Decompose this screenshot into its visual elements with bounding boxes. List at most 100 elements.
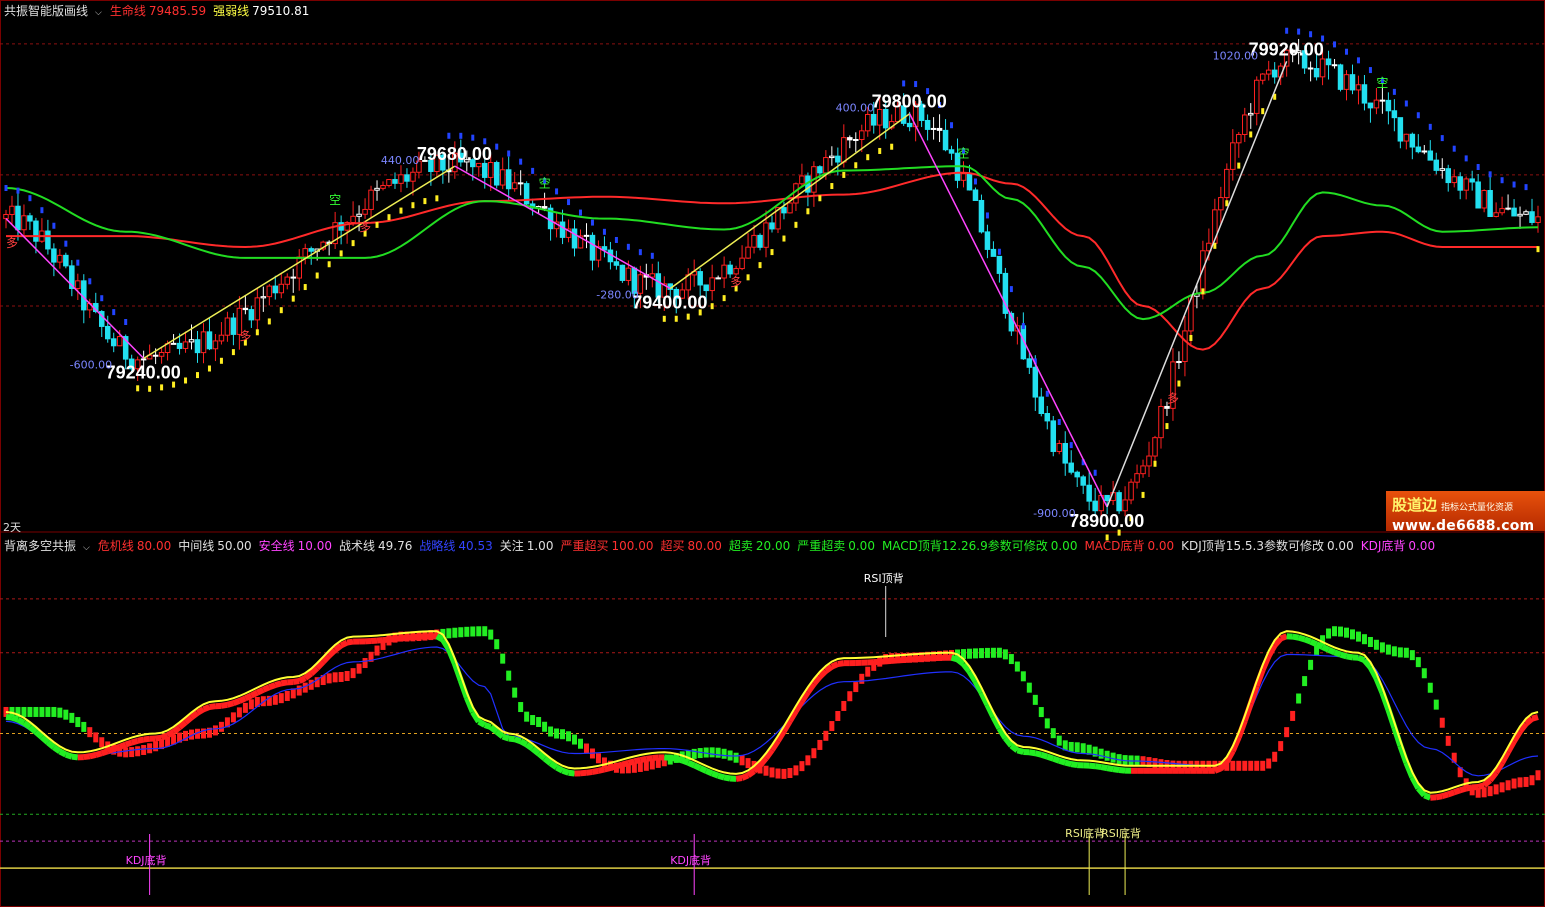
candle-body-118 [709, 277, 715, 292]
osc-thick-159 [955, 656, 966, 667]
candle-body-184 [1104, 494, 1110, 502]
trend-dot-132 [794, 221, 798, 228]
candle-body-9 [57, 254, 63, 263]
top-indicator-title[interactable]: 共振智能版画线 [4, 4, 88, 18]
candle-body-192 [1152, 437, 1158, 457]
osc-block-76 [458, 627, 464, 638]
osc-thick-178 [1070, 761, 1078, 769]
candle-body-7 [45, 230, 51, 250]
osc-block-144 [865, 666, 871, 677]
osc-block-77 [464, 626, 470, 637]
osc-thick-83 [501, 733, 510, 742]
osc-block-241 [1445, 735, 1451, 746]
osc-block-179 [1074, 742, 1080, 753]
osc-block-165 [990, 647, 996, 658]
osc-thick-3 [22, 720, 32, 730]
osc-thick-25 [155, 734, 162, 742]
candle-body-194 [1164, 405, 1170, 409]
osc-thick-30 [183, 715, 194, 725]
osc-thick-37 [226, 700, 235, 708]
candle-body-63 [380, 185, 386, 189]
candle-body-251 [1505, 207, 1511, 210]
chevron-down-icon[interactable]: ⌵ [95, 8, 102, 18]
bottom-indicator-title[interactable]: 背离多空共振 [4, 539, 76, 553]
osc-block-164 [984, 647, 990, 658]
candle-body-241 [1445, 168, 1451, 184]
chart-canvas[interactable]: 79240.00-600.00 79680.00440.00 79400.00-28… [0, 0, 1545, 907]
candle-body-126 [757, 234, 763, 248]
candle-body-186 [1116, 492, 1122, 512]
osc-block-233 [1397, 647, 1403, 658]
osc-block-213 [1278, 741, 1284, 752]
candle-body-60 [362, 208, 368, 215]
osc-thick-122 [735, 775, 743, 782]
candle-body-25 [152, 354, 159, 357]
period-label: 2天 [3, 521, 21, 534]
osc-block-3 [21, 706, 27, 717]
osc-thick-36 [220, 701, 228, 709]
osc-block-138 [829, 721, 835, 732]
osc-block-254 [1523, 776, 1529, 787]
osc-thick-26 [160, 732, 169, 741]
candle-body-64 [386, 179, 392, 187]
osc-block-22 [135, 746, 141, 757]
osc-block-184 [1104, 750, 1110, 761]
trend-dot-4 [28, 195, 32, 202]
osc-block-185 [1110, 752, 1116, 763]
osc-block-137 [823, 730, 829, 741]
signal-marker-4: 多 [359, 220, 371, 234]
trend-dot-24 [148, 385, 152, 392]
indicator-label-11: MACD底背 [1084, 539, 1145, 553]
candle-body-182 [1092, 500, 1098, 512]
candle-body-138 [829, 155, 835, 159]
osc-block-166 [996, 647, 1002, 658]
candle-body-210 [1259, 73, 1266, 81]
candle-body-174 [1044, 412, 1051, 422]
osc-thick-29 [177, 720, 188, 730]
indicator-value-1: 50.00 [217, 539, 252, 553]
osc-thick-96 [580, 769, 587, 777]
osc-thick-108 [652, 754, 659, 762]
osc-block-21 [129, 747, 135, 758]
candle-body-197 [1182, 330, 1188, 363]
osc-thick-120 [723, 774, 731, 782]
osc-block-236 [1415, 657, 1421, 668]
osc-block-83 [500, 653, 506, 664]
candle-body-3 [21, 215, 27, 231]
chevron-down-icon[interactable]: ⌵ [83, 543, 90, 553]
candle-body-58 [350, 215, 356, 223]
osc-thick-112 [675, 755, 684, 764]
osc-block-74 [446, 628, 452, 639]
trend-dot-102 [614, 236, 618, 243]
trend-dot-106 [638, 249, 642, 256]
osc-thick-39 [238, 695, 247, 704]
trend-dot-22 [136, 385, 140, 392]
osc-thick-98 [591, 767, 600, 775]
osc-block-223 [1338, 626, 1344, 637]
osc-block-162 [972, 648, 978, 659]
pivot-diff-label-1: -600.00 [70, 358, 112, 371]
candle-body-243 [1457, 176, 1463, 191]
candle-body-225 [1349, 74, 1356, 91]
top-indicator-header[interactable]: 共振智能版画线 ⌵ 生命线 79485.59 强弱线 79510.81 [4, 2, 316, 20]
signal-marker-2: 空 [539, 176, 551, 190]
osc-block-170 [1020, 671, 1026, 682]
osc-block-56 [338, 671, 344, 682]
candle-body-247 [1481, 190, 1487, 209]
osc-thick-32 [195, 706, 206, 716]
candle-body-127 [763, 222, 769, 248]
trend-dot-58 [351, 240, 355, 247]
pivot-diff-label-5: -900.00 [1033, 507, 1075, 520]
trend-dot-8 [52, 222, 56, 229]
candle-body-177 [1062, 443, 1068, 464]
osc-block-107 [643, 760, 649, 771]
indicator-label-9: 严重超卖 [797, 539, 846, 553]
candle-body-193 [1158, 405, 1164, 439]
watermark-title: 股道边 [1392, 496, 1438, 514]
osc-block-206 [1236, 760, 1242, 771]
osc-thick-222 [1333, 649, 1342, 658]
candle-body-238 [1427, 150, 1434, 161]
bottom-indicator-header[interactable]: 背离多空共振 ⌵ 危机线 80.00 中间线 50.00 安全线 10.00 战术线 49.76 战… [4, 537, 1449, 555]
osc-thick-79 [477, 719, 487, 728]
candle-body-151 [906, 122, 913, 128]
